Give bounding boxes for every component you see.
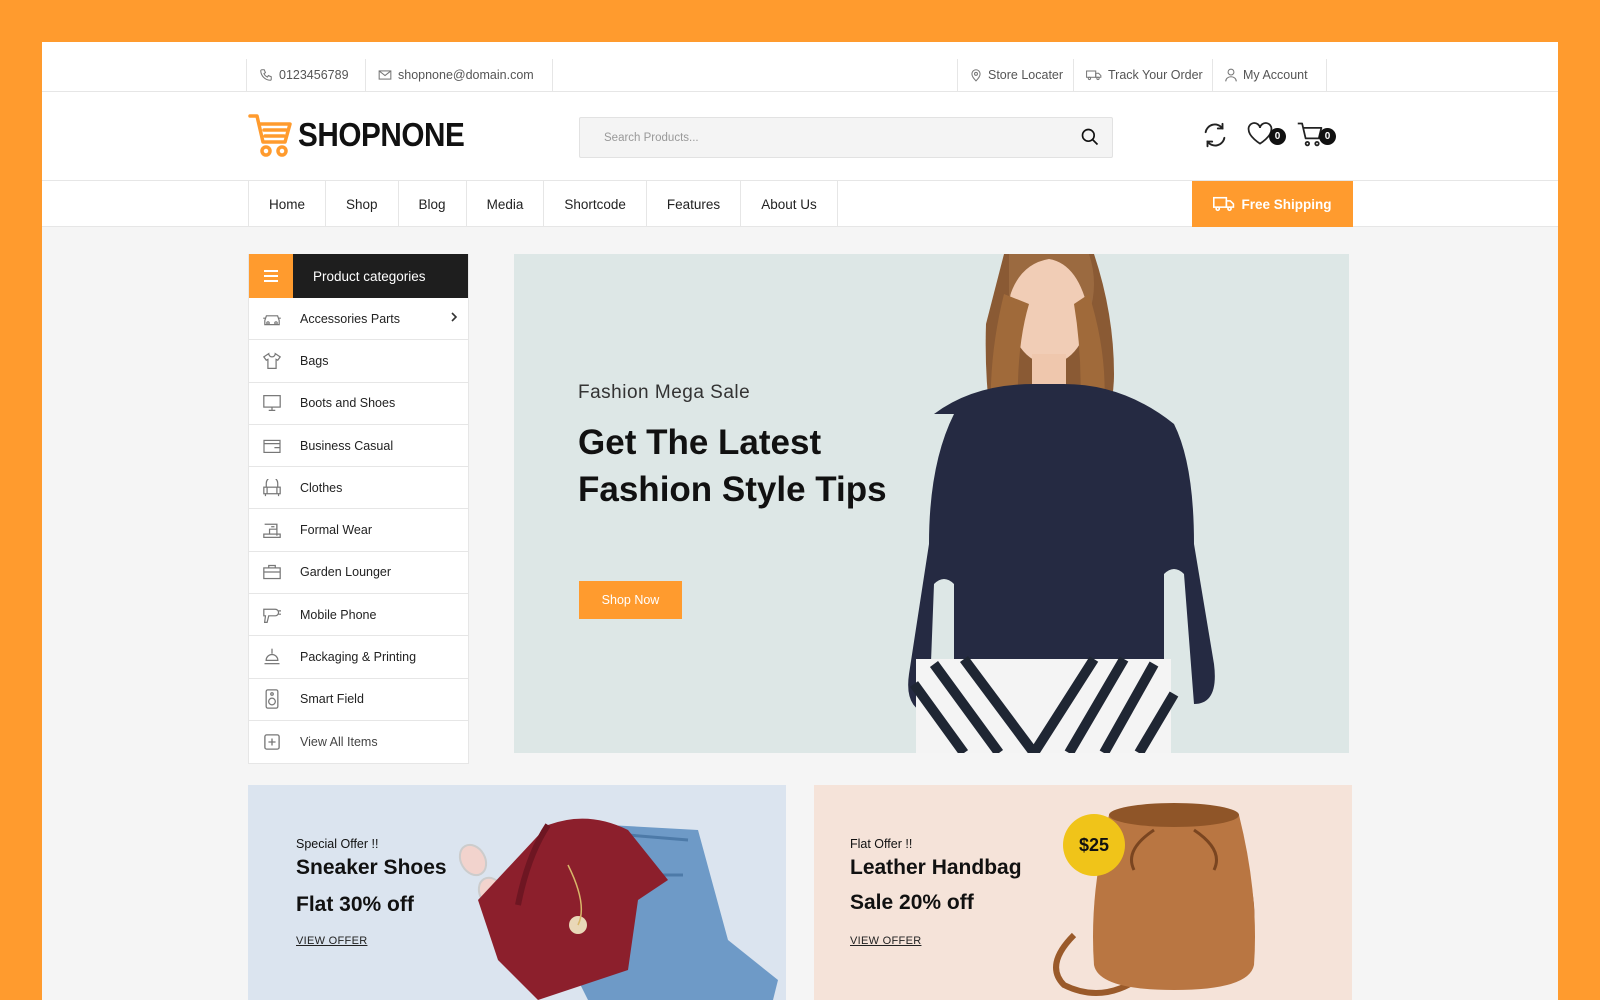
header-actions: 0 0 — [1200, 120, 1352, 152]
category-smart-field[interactable]: Smart Field — [249, 679, 468, 721]
compare-button[interactable] — [1200, 120, 1232, 152]
site-header: SHOPNONE 0 0 — [42, 92, 1558, 181]
banner-title: Sneaker Shoes — [296, 856, 447, 879]
category-garden-lounger[interactable]: Garden Lounger — [249, 552, 468, 595]
category-accessories-parts[interactable]: Accessories Parts — [249, 298, 468, 341]
email-address: shopnone@domain.com — [398, 68, 534, 82]
view-offer-link[interactable]: VIEW OFFER — [296, 935, 367, 947]
category-mobile-phone[interactable]: Mobile Phone — [249, 594, 468, 637]
category-label: View All Items — [300, 735, 378, 750]
free-shipping-label: Free Shipping — [1241, 196, 1332, 212]
category-label: Mobile Phone — [300, 607, 377, 622]
nav-shop[interactable]: Shop — [326, 181, 399, 227]
chevron-right-icon — [451, 312, 458, 322]
promo-banner-handbag[interactable]: $25 Flat Offer !! Leather Handbag Sale 2… — [814, 785, 1352, 1000]
store-locator-link[interactable]: Store Locater — [957, 59, 1075, 91]
plus-icon — [262, 732, 282, 752]
promo-banner-sneakers[interactable]: Special Offer !! Sneaker Shoes Flat 30% … — [248, 785, 786, 1000]
category-label: Smart Field — [300, 692, 364, 707]
logo-text: SHOPNONE — [298, 116, 465, 153]
hair-dryer-icon — [262, 605, 282, 625]
category-label: Business Casual — [300, 438, 394, 453]
sewing-machine-icon — [262, 520, 282, 540]
cart-count-badge: 0 — [1319, 128, 1336, 145]
cart-button[interactable]: 0 — [1296, 120, 1336, 152]
cart-logo-icon — [248, 114, 292, 157]
track-order-link[interactable]: Track Your Order — [1073, 59, 1215, 91]
sofa-icon — [262, 478, 282, 498]
hamburger-icon — [249, 254, 293, 298]
shop-now-button[interactable]: Shop Now — [579, 581, 682, 619]
wishlist-count-badge: 0 — [1269, 128, 1286, 145]
phone-number: 0123456789 — [279, 68, 349, 82]
my-account-link[interactable]: My Account — [1212, 59, 1327, 91]
location-pin-icon — [971, 69, 981, 82]
category-clothes[interactable]: Clothes — [249, 467, 468, 510]
email-info[interactable]: shopnone@domain.com — [365, 59, 553, 91]
car-icon — [262, 309, 282, 329]
category-menu-title: Product categories — [313, 268, 426, 284]
category-menu: Product categories Accessories Parts Bag… — [248, 254, 469, 765]
hero-title-line1: Get The Latest — [578, 423, 822, 462]
category-label: Formal Wear — [300, 523, 373, 538]
briefcase-icon — [262, 562, 282, 582]
nav-features[interactable]: Features — [647, 181, 742, 227]
truck-icon — [1086, 70, 1102, 81]
view-offer-link[interactable]: VIEW OFFER — [850, 935, 921, 947]
search-input[interactable] — [580, 118, 1060, 157]
banner-offer: Sale 20% off — [850, 891, 974, 914]
category-label: Clothes — [300, 480, 343, 495]
banner-offer: Flat 30% off — [296, 893, 414, 916]
category-label: Accessories Parts — [300, 311, 401, 326]
refresh-icon — [1204, 122, 1226, 148]
wallet-icon — [262, 436, 282, 456]
nav-home[interactable]: Home — [249, 181, 327, 227]
category-label: Garden Lounger — [300, 565, 392, 580]
category-label: Packaging & Printing — [300, 650, 417, 665]
delivery-truck-icon — [1213, 196, 1235, 212]
hero-title: Get The Latest Fashion Style Tips — [578, 419, 887, 513]
phone-info[interactable]: 0123456789 — [246, 59, 361, 91]
nav-shortcode[interactable]: Shortcode — [544, 181, 647, 227]
user-icon — [1225, 68, 1237, 82]
hero-subtitle: Fashion Mega Sale — [578, 382, 751, 403]
mail-icon — [378, 70, 392, 80]
category-bags[interactable]: Bags — [249, 340, 468, 383]
category-label: Bags — [300, 353, 329, 368]
nav-media[interactable]: Media — [467, 181, 545, 227]
nav-about-us[interactable]: About Us — [741, 181, 838, 227]
banner-title: Leather Handbag — [850, 856, 1022, 879]
phone-icon — [260, 69, 272, 81]
search-button[interactable] — [1080, 127, 1102, 149]
tshirt-icon — [262, 351, 282, 371]
category-view-all[interactable]: View All Items — [249, 721, 468, 763]
free-shipping-button[interactable]: Free Shipping — [1192, 181, 1353, 227]
category-boots-and-shoes[interactable]: Boots and Shoes — [249, 383, 468, 425]
my-account-label: My Account — [1243, 68, 1308, 82]
category-label: Boots and Shoes — [300, 396, 396, 411]
logo[interactable]: SHOPNONE — [248, 112, 483, 158]
main-nav: Home Shop Blog Media Shortcode Features … — [42, 181, 1558, 227]
hero-title-line2: Fashion Style Tips — [578, 470, 887, 509]
price-tag: $25 — [1063, 814, 1125, 876]
hero-banner: Fashion Mega Sale Get The Latest Fashion… — [514, 254, 1349, 753]
page-frame: 0123456789 shopnone@domain.com Store Loc… — [42, 42, 1558, 1000]
nav-blog[interactable]: Blog — [399, 181, 467, 227]
lamp-icon — [262, 647, 282, 667]
track-order-label: Track Your Order — [1108, 68, 1203, 82]
store-locator-label: Store Locater — [988, 68, 1064, 82]
category-formal-wear[interactable]: Formal Wear — [249, 509, 468, 552]
search-bar — [579, 117, 1113, 158]
search-icon — [1081, 128, 1099, 146]
category-menu-header[interactable]: Product categories — [249, 254, 468, 298]
top-bar: 0123456789 shopnone@domain.com Store Loc… — [42, 42, 1558, 92]
wishlist-button[interactable]: 0 — [1246, 120, 1286, 152]
category-packaging-printing[interactable]: Packaging & Printing — [249, 636, 468, 679]
speaker-icon — [262, 689, 282, 710]
category-business-casual[interactable]: Business Casual — [249, 425, 468, 468]
monitor-icon — [262, 393, 282, 413]
